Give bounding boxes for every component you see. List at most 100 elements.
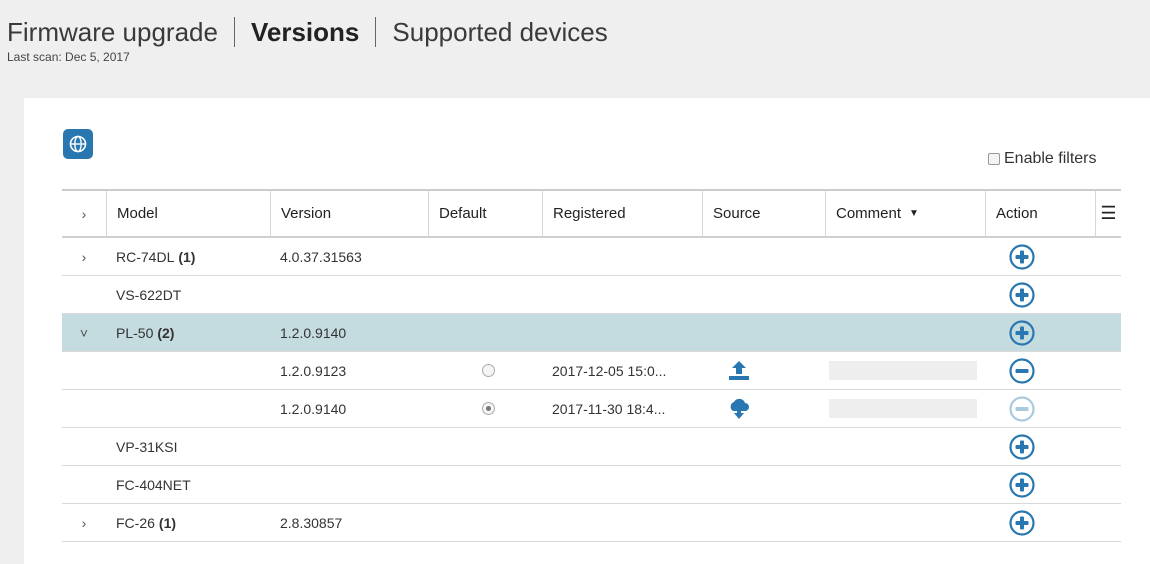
- default-radio[interactable]: [482, 402, 495, 415]
- model-cell: VP-31KSI: [106, 428, 270, 465]
- column-header-source[interactable]: Source: [702, 191, 825, 236]
- expand-toggle[interactable]: ›: [62, 504, 106, 541]
- menu-icon: ☰: [1100, 203, 1117, 223]
- comment-cell: [825, 276, 985, 313]
- add-icon[interactable]: [1009, 319, 1035, 346]
- spacer-cell: [1095, 238, 1121, 275]
- cloud-download-icon[interactable]: [728, 398, 750, 420]
- tab-versions[interactable]: Versions: [251, 14, 359, 50]
- column-header-default[interactable]: Default: [428, 191, 542, 236]
- spacer-cell: [1095, 314, 1121, 351]
- expand-all-header[interactable]: ›: [62, 191, 106, 236]
- registered-cell: [542, 504, 702, 541]
- model-cell: VS-622DT: [106, 276, 270, 313]
- model-cell: [106, 390, 270, 427]
- add-icon[interactable]: [1009, 281, 1035, 308]
- model-name: FC-26: [116, 514, 155, 531]
- tab-supported-devices[interactable]: Supported devices: [392, 14, 607, 50]
- action-cell: [985, 238, 1095, 275]
- action-cell: [985, 390, 1095, 427]
- default-radio[interactable]: [482, 364, 495, 377]
- model-row: FC-404NET: [62, 466, 1121, 504]
- model-name: FC-404NET: [116, 476, 191, 493]
- source-cell: [702, 466, 825, 503]
- enable-filters-checkbox[interactable]: Enable filters: [988, 150, 1097, 168]
- column-header-model[interactable]: Model: [106, 191, 270, 236]
- registered-cell: [542, 428, 702, 465]
- comment-cell: [825, 238, 985, 275]
- column-header-version[interactable]: Version: [270, 191, 428, 236]
- source-cell: [702, 352, 825, 389]
- model-row: › RC-74DL (1) 4.0.37.31563: [62, 238, 1121, 276]
- expand-toggle: [62, 390, 106, 427]
- comment-cell: [825, 390, 985, 427]
- registered-cell: [542, 314, 702, 351]
- add-icon[interactable]: [1009, 471, 1035, 498]
- remove-icon: [1009, 395, 1035, 422]
- version-cell: [270, 428, 428, 465]
- add-icon[interactable]: [1009, 243, 1035, 270]
- source-cell: [702, 390, 825, 427]
- default-cell: [428, 390, 542, 427]
- model-cell: FC-26 (1): [106, 504, 270, 541]
- comment-cell: [825, 466, 985, 503]
- source-cell: [702, 504, 825, 541]
- model-cell: [106, 352, 270, 389]
- model-row: VP-31KSI: [62, 428, 1121, 466]
- add-icon[interactable]: [1009, 509, 1035, 536]
- source-cell: [702, 314, 825, 351]
- comment-input[interactable]: [829, 399, 977, 418]
- model-name: RC-74DL: [116, 248, 175, 265]
- expand-toggle: [62, 466, 106, 503]
- expand-toggle[interactable]: ›: [62, 238, 106, 275]
- checkbox-box[interactable]: [988, 153, 1000, 165]
- version-count: (1): [178, 248, 196, 265]
- tab-firmware-upgrade[interactable]: Firmware upgrade: [7, 14, 218, 50]
- source-cell: [702, 428, 825, 465]
- versions-panel: Enable filters › Model Version Default R…: [24, 98, 1150, 564]
- expand-toggle: [62, 352, 106, 389]
- registered-cell: [542, 276, 702, 313]
- version-count: (1): [158, 514, 177, 531]
- registered-cell: [542, 466, 702, 503]
- version-cell: 2.8.30857: [280, 514, 343, 531]
- chevron-right-icon: ›: [81, 514, 87, 531]
- action-cell: [985, 428, 1095, 465]
- model-name: VP-31KSI: [116, 438, 178, 455]
- default-cell: [428, 466, 542, 503]
- action-cell: [985, 466, 1095, 503]
- comment-cell: [825, 314, 985, 351]
- model-cell: PL-50 (2): [106, 314, 270, 351]
- globe-button[interactable]: [63, 129, 93, 159]
- globe-icon: [69, 135, 87, 153]
- grid-body: › RC-74DL (1) 4.0.37.31563 VS-622DT ˅ PL-50(…: [62, 238, 1121, 542]
- expand-toggle[interactable]: ˅: [62, 314, 106, 351]
- column-menu-button[interactable]: ☰: [1095, 191, 1121, 236]
- remove-icon[interactable]: [1009, 357, 1035, 384]
- column-header-registered[interactable]: Registered: [542, 191, 702, 236]
- page-header: Firmware upgrade Versions Supported devi…: [7, 14, 608, 94]
- spacer-cell: [1095, 390, 1121, 427]
- registered-cell: 2017-12-05 15:0...: [552, 362, 667, 379]
- spacer-cell: [1095, 276, 1121, 313]
- spacer-cell: [1095, 504, 1121, 541]
- default-cell: [428, 428, 542, 465]
- column-header-comment[interactable]: Comment ▼: [825, 191, 985, 236]
- spacer-cell: [1095, 428, 1121, 465]
- upload-icon[interactable]: [728, 360, 750, 382]
- tab-divider: [233, 17, 235, 47]
- version-cell: [270, 276, 428, 313]
- action-cell: [985, 314, 1095, 351]
- grid-header: › Model Version Default Registered Sourc…: [62, 189, 1121, 238]
- column-header-action[interactable]: Action: [985, 191, 1095, 236]
- action-cell: [985, 352, 1095, 389]
- comment-input[interactable]: [829, 361, 977, 380]
- version-count: (2): [157, 324, 175, 341]
- action-cell: [985, 504, 1095, 541]
- chevron-right-icon: ›: [81, 248, 87, 265]
- model-name: PL-50: [116, 324, 154, 341]
- model-name: VS-622DT: [116, 286, 182, 303]
- model-cell: FC-404NET: [106, 466, 270, 503]
- add-icon[interactable]: [1009, 433, 1035, 460]
- expand-toggle: [62, 428, 106, 465]
